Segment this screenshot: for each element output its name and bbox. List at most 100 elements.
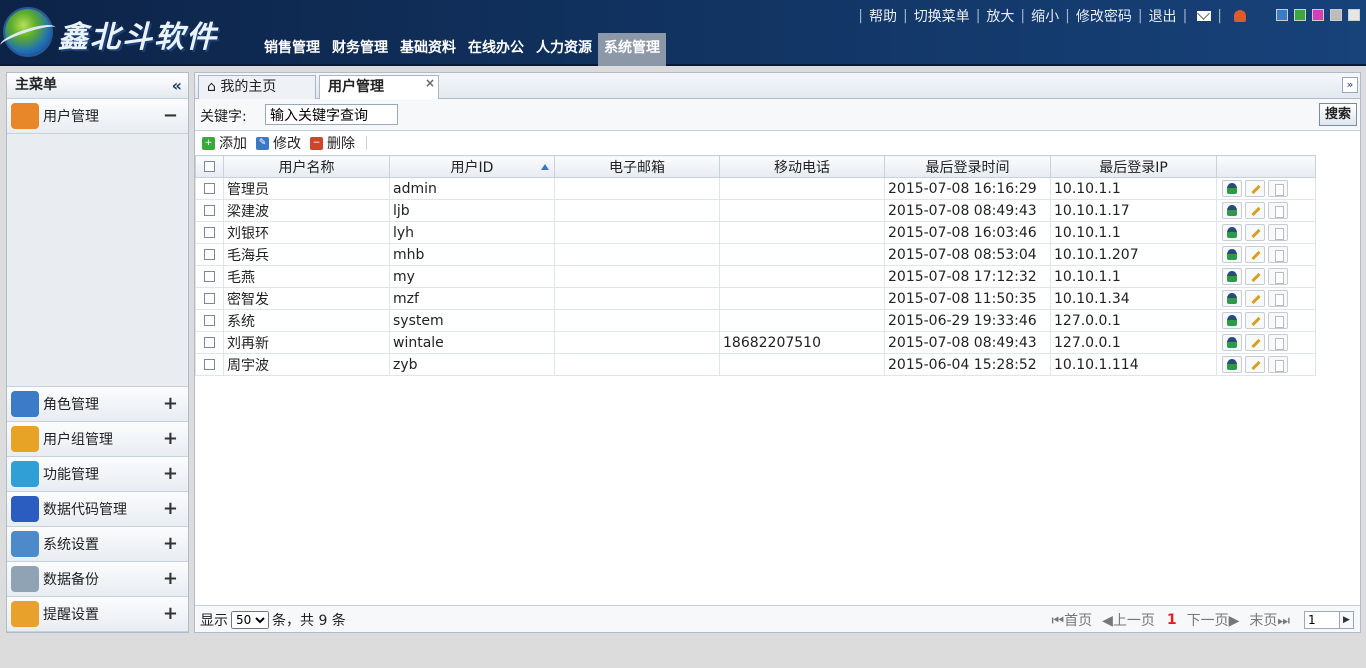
top-link[interactable]: 切换菜单 (914, 6, 970, 26)
delete-row-icon[interactable] (1268, 246, 1288, 263)
column-header[interactable]: 最后登录时间 (884, 155, 1051, 178)
sidebar-item[interactable]: 数据代码管理 + (7, 492, 188, 527)
edit-button[interactable]: ✎ 修改 (256, 133, 301, 153)
row-checkbox[interactable] (195, 287, 224, 310)
expand-plus-icon[interactable]: + (163, 393, 178, 414)
edit-row-icon[interactable] (1245, 356, 1265, 373)
row-checkbox[interactable] (195, 177, 224, 200)
top-nav-item[interactable]: 销售管理 (258, 33, 326, 66)
prev-page-button[interactable]: ◀上一页 (1102, 610, 1155, 630)
edit-row-icon[interactable] (1245, 180, 1265, 197)
delete-row-icon[interactable] (1268, 224, 1288, 241)
column-header[interactable]: 移动电话 (719, 155, 885, 178)
edit-row-icon[interactable] (1245, 334, 1265, 351)
search-button[interactable]: 搜索 (1318, 103, 1357, 126)
top-link[interactable]: 退出 (1149, 6, 1177, 26)
edit-row-icon[interactable] (1245, 268, 1265, 285)
tab-close-icon[interactable]: × (425, 72, 435, 94)
delete-row-icon[interactable] (1268, 202, 1288, 219)
table-row[interactable]: 密智发 mzf 2015-07-08 11:50:35 10.10.1.34 (195, 287, 1316, 310)
assign-role-icon[interactable] (1222, 356, 1242, 373)
theme-color-swatch[interactable] (1312, 9, 1324, 21)
goto-page-input[interactable] (1304, 611, 1340, 629)
table-row[interactable]: 梁建波 ljb 2015-07-08 08:49:43 10.10.1.17 (195, 199, 1316, 222)
page-size-select[interactable]: 50 (231, 611, 269, 629)
assign-role-icon[interactable] (1222, 312, 1242, 329)
sidebar-item[interactable]: 提醒设置 + (7, 597, 188, 632)
edit-row-icon[interactable] (1245, 290, 1265, 307)
column-header[interactable]: 用户名称 (223, 155, 390, 178)
expand-plus-icon[interactable]: + (163, 603, 178, 624)
table-row[interactable]: 刘银环 lyh 2015-07-08 16:03:46 10.10.1.1 (195, 221, 1316, 244)
theme-color-swatch[interactable] (1330, 9, 1342, 21)
edit-row-icon[interactable] (1245, 246, 1265, 263)
expand-plus-icon[interactable]: + (163, 568, 178, 589)
table-row[interactable]: 刘再新 wintale 18682207510 2015-07-08 08:49:43… (195, 331, 1316, 354)
sidebar-item[interactable]: 角色管理 + (7, 387, 188, 422)
top-link[interactable]: 修改密码 (1076, 6, 1132, 26)
keyword-search-input[interactable] (265, 104, 398, 125)
top-nav-item[interactable]: 财务管理 (326, 33, 394, 66)
delete-row-icon[interactable] (1268, 334, 1288, 351)
row-checkbox[interactable] (195, 221, 224, 244)
sidebar-item[interactable]: 系统设置 + (7, 527, 188, 562)
assign-role-icon[interactable] (1222, 180, 1242, 197)
column-header[interactable]: 电子邮箱 (554, 155, 720, 178)
goto-page-button[interactable]: ▶ (1340, 611, 1354, 629)
row-checkbox[interactable] (195, 331, 224, 354)
top-nav-item[interactable]: 系统管理 (598, 33, 666, 66)
row-checkbox[interactable] (195, 265, 224, 288)
sidebar-item[interactable]: 用户组管理 + (7, 422, 188, 457)
theme-color-swatch[interactable] (1348, 9, 1360, 21)
next-page-button[interactable]: 下一页▶ (1187, 610, 1240, 630)
expand-plus-icon[interactable]: + (163, 463, 178, 484)
table-row[interactable]: 周宇波 zyb 2015-06-04 15:28:52 10.10.1.114 (195, 353, 1316, 376)
delete-row-icon[interactable] (1268, 290, 1288, 307)
tab-home[interactable]: ⌂ 我的主页 (198, 75, 316, 99)
expand-plus-icon[interactable]: + (163, 533, 178, 554)
top-link[interactable]: 放大 (986, 6, 1014, 26)
tab-list-chevron-icon[interactable]: » (1342, 77, 1358, 93)
edit-row-icon[interactable] (1245, 312, 1265, 329)
column-header[interactable]: 最后登录IP (1050, 155, 1217, 178)
add-button[interactable]: + 添加 (202, 133, 247, 153)
top-nav-item[interactable]: 基础资料 (394, 33, 462, 66)
delete-button[interactable]: − 删除 (310, 133, 355, 153)
theme-color-swatch[interactable] (1276, 9, 1288, 21)
top-nav-item[interactable]: 在线办公 (462, 33, 530, 66)
edit-row-icon[interactable] (1245, 224, 1265, 241)
assign-role-icon[interactable] (1222, 202, 1242, 219)
row-checkbox[interactable] (195, 243, 224, 266)
sidebar-item[interactable]: 功能管理 + (7, 457, 188, 492)
table-row[interactable]: 毛燕 my 2015-07-08 17:12:32 10.10.1.1 (195, 265, 1316, 288)
delete-row-icon[interactable] (1268, 180, 1288, 197)
collapse-minus-icon[interactable]: − (163, 105, 178, 126)
top-nav-item[interactable]: 人力资源 (530, 33, 598, 66)
delete-row-icon[interactable] (1268, 356, 1288, 373)
assign-role-icon[interactable] (1222, 268, 1242, 285)
row-checkbox[interactable] (195, 309, 224, 332)
expand-plus-icon[interactable]: + (163, 498, 178, 519)
delete-row-icon[interactable] (1268, 312, 1288, 329)
sidebar-collapse-icon[interactable]: « (172, 73, 182, 98)
table-row[interactable]: 管理员 admin 2015-07-08 16:16:29 10.10.1.1 (195, 177, 1316, 200)
delete-row-icon[interactable] (1268, 268, 1288, 285)
assign-role-icon[interactable] (1222, 246, 1242, 263)
assign-role-icon[interactable] (1222, 224, 1242, 241)
row-checkbox[interactable] (195, 353, 224, 376)
theme-color-swatch[interactable] (1294, 9, 1306, 21)
user-icon[interactable] (1234, 10, 1246, 22)
first-page-button[interactable]: ⏮首页 (1051, 610, 1092, 630)
edit-row-icon[interactable] (1245, 202, 1265, 219)
tab-user-management[interactable]: 用户管理 × (319, 75, 439, 100)
last-page-button[interactable]: 末页⏭ (1249, 610, 1290, 630)
table-row[interactable]: 系统 system 2015-06-29 19:33:46 127.0.0.1 (195, 309, 1316, 332)
column-header-sorted[interactable]: 用户ID (389, 155, 555, 178)
sidebar-item-user-management[interactable]: 用户管理 − (7, 99, 188, 134)
top-link[interactable]: 缩小 (1031, 6, 1059, 26)
mail-icon[interactable] (1197, 11, 1212, 21)
sidebar-item[interactable]: 数据备份 + (7, 562, 188, 597)
expand-plus-icon[interactable]: + (163, 428, 178, 449)
select-all-checkbox[interactable] (195, 155, 224, 178)
top-link[interactable]: 帮助 (869, 6, 897, 26)
